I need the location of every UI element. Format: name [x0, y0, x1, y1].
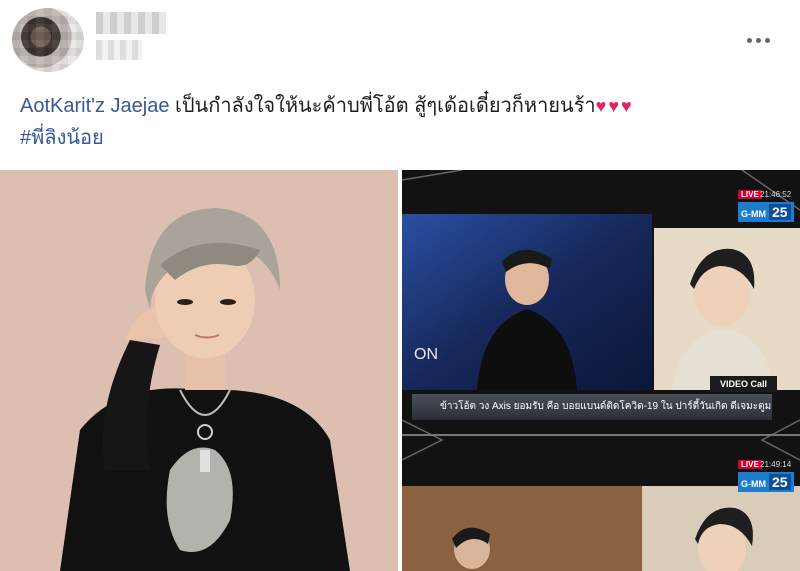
broadcast-time: 21:46:52	[760, 190, 792, 199]
svg-text:ON: ON	[414, 346, 438, 363]
news-ticker: ข้าวโอ้ต วง Axis ยอมรับ คือ บอยแบนด์ติดโ…	[412, 394, 772, 420]
hashtag-link[interactable]: #พี่ลิงน้อย	[20, 122, 790, 154]
portrait-illustration	[0, 170, 398, 571]
blurred-author-name[interactable]	[96, 12, 166, 34]
tv-screenshot-panel[interactable]: ON LIVE 21:46:52 G-MM 25 VIDEO Call ข้าวโ…	[402, 170, 800, 571]
live-badge-bottom: LIVE	[738, 460, 762, 469]
post-text: AotKarit'z Jaejae เป็นกำลังใจให้นะค้าบพี…	[20, 90, 790, 154]
video-call-label: VIDEO Call	[710, 376, 778, 392]
channel-logo: G-MM 25	[738, 202, 794, 222]
post-header	[0, 0, 800, 80]
post-body: เป็นกำลังใจให้นะค้าบพี่โอ้ต สู้ๆเด้อเดี๋…	[175, 95, 596, 117]
broadcast-time-bottom: 21:49:14	[760, 460, 792, 469]
more-options-button[interactable]	[740, 28, 776, 52]
tv-frame-bottom: LIVE 21:49:14 G-MM 25	[402, 444, 800, 571]
blurred-post-meta	[96, 40, 142, 60]
tv-frame-top: ON LIVE 21:46:52 G-MM 25 VIDEO Call ข้าวโ…	[402, 184, 800, 454]
channel-logo-bottom: G-MM 25	[738, 472, 794, 492]
author-avatar[interactable]	[12, 8, 84, 72]
live-badge: LIVE	[738, 190, 762, 199]
heart-emoji-icons: ♥♥♥	[595, 96, 634, 116]
post-photo-portrait[interactable]	[0, 170, 398, 571]
tagged-author-link[interactable]: AotKarit'z Jaejae	[20, 95, 169, 117]
more-horizontal-icon	[746, 37, 752, 43]
